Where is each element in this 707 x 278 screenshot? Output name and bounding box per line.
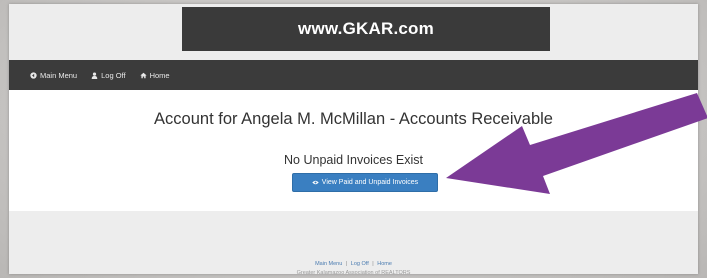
circle-arrow-icon xyxy=(30,71,37,79)
user-icon xyxy=(91,71,98,79)
footer-link-log-off[interactable]: Log Off xyxy=(351,261,369,267)
page-title: Account for Angela M. McMillan - Account… xyxy=(154,110,553,128)
eye-icon xyxy=(312,180,319,185)
nav-label: Log Off xyxy=(101,70,126,80)
view-invoices-label: View Paid and Unpaid Invoices xyxy=(321,179,419,186)
banner-text: www.GKAR.com xyxy=(298,19,434,38)
footer-link-home[interactable]: Home xyxy=(377,261,392,267)
browser-page: www.GKAR.com Main Menu Log Off Home Acco… xyxy=(9,4,698,276)
nav-item-log-off[interactable]: Log Off xyxy=(91,70,126,80)
no-unpaid-invoices-text: No Unpaid Invoices Exist xyxy=(284,153,423,167)
nav-item-home[interactable]: Home xyxy=(139,70,170,80)
nav-label: Main Menu xyxy=(40,70,78,80)
footer-org-name: Greater Kalamazoo Association of REALTOR… xyxy=(296,270,411,276)
nav-item-main-menu[interactable]: Main Menu xyxy=(30,71,77,80)
footer-separator: | xyxy=(372,261,374,267)
footer: Main Menu | Log Off | Home Greater Kalam… xyxy=(9,211,698,276)
footer-link-main-menu[interactable]: Main Menu xyxy=(315,261,342,267)
main-content: Account for Angela M. McMillan - Account… xyxy=(9,90,698,211)
site-banner: www.GKAR.com xyxy=(182,7,550,51)
footer-links: Main Menu | Log Off | Home xyxy=(9,261,698,267)
footer-separator: | xyxy=(345,261,348,267)
nav-bar: Main Menu Log Off Home xyxy=(9,60,698,90)
nav-label: Home xyxy=(149,70,170,80)
home-icon xyxy=(139,72,147,78)
view-invoices-button[interactable]: View Paid and Unpaid Invoices xyxy=(292,173,438,192)
